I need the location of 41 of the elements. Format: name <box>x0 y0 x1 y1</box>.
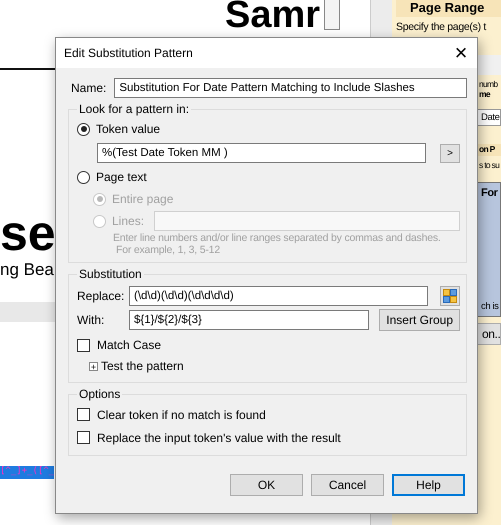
document-heading: Samr <box>225 0 320 34</box>
dialog-button[interactable]: Help <box>392 474 465 496</box>
radio-button[interactable] <box>77 170 90 184</box>
hint-text: Enter line numbers and/or line ranges separated by commas and dashes. <box>112 232 442 244</box>
dialog-button[interactable]: OK <box>230 474 303 496</box>
browse-button[interactable]: > <box>440 144 460 162</box>
with-field[interactable]: ${1}/${2}/${3} <box>129 310 370 330</box>
checkbox-label[interactable]: Clear token if no match is found <box>97 408 266 422</box>
document-text: se <box>0 208 56 258</box>
radio-button[interactable] <box>77 122 90 136</box>
field-label: Name: <box>71 81 106 95</box>
name-field[interactable]: Substitution For Date Pattern Matching to Include Slashes <box>114 78 467 98</box>
dialog-button[interactable]: Cancel <box>311 474 384 496</box>
panel-heading: me <box>478 89 492 101</box>
list-text: ch is <box>481 301 500 312</box>
hint-text: For example, 1, 3, 5-12 <box>115 244 221 256</box>
field-label: Replace: <box>77 289 123 303</box>
grid-icon[interactable] <box>440 286 460 306</box>
field-label: With: <box>77 313 106 327</box>
group-title: Substitution <box>78 267 143 281</box>
expand-toggle[interactable]: + <box>89 362 98 370</box>
panel-text: Specify the page(s) t <box>396 21 488 33</box>
panel-text: s to su <box>478 160 500 170</box>
checkbox[interactable] <box>77 431 90 444</box>
replace-field[interactable]: (\d\d)(\d\d)(\d\d\d\d) <box>129 286 428 306</box>
radio-label[interactable]: Page text <box>96 170 147 184</box>
token-field[interactable]: %(Test Date Token MM ) <box>97 143 426 163</box>
radio-label[interactable]: Token value <box>96 122 160 136</box>
checkbox[interactable] <box>77 338 90 352</box>
insert-group-button[interactable]: Insert Group <box>379 309 460 331</box>
document-text: ng Bea <box>0 260 54 280</box>
expander-label[interactable]: Test the pattern <box>101 359 184 373</box>
checkbox-label[interactable]: Replace the input token's value with the result <box>97 430 341 444</box>
panel-heading: Page Range <box>396 0 501 17</box>
checkbox[interactable] <box>77 408 90 421</box>
group-title: Look for a pattern in: <box>78 102 190 116</box>
checkbox-label[interactable]: Match Case <box>97 338 162 352</box>
window-title: Edit Substitution Pattern <box>64 46 193 60</box>
group-title: Options <box>78 387 122 401</box>
close-button[interactable]: × <box>445 38 477 68</box>
list-heading: For <box>481 187 499 199</box>
